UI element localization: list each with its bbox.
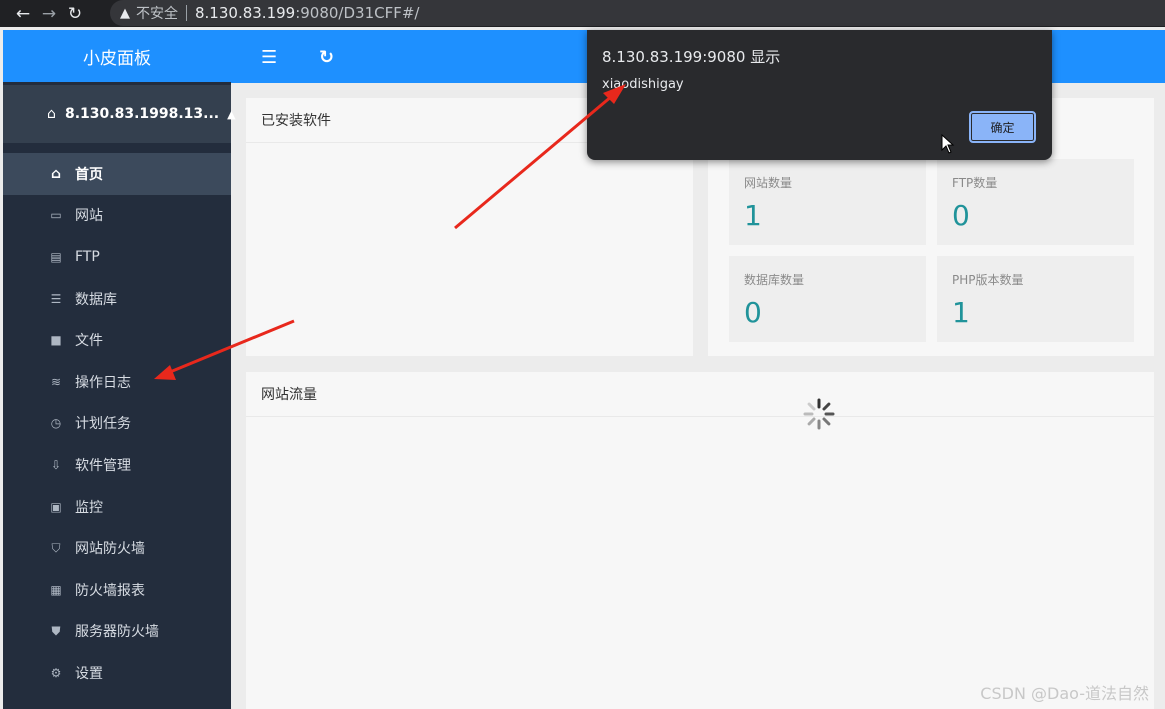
back-icon[interactable]: ←: [10, 0, 36, 27]
card-title: 网站流量: [246, 372, 1154, 417]
sidebar-item-waf[interactable]: ⛉ 网站防火墙: [3, 527, 231, 569]
watermark: CSDN @Dao-道法自然: [980, 684, 1149, 703]
sidebar-item-server-firewall[interactable]: ⛊ 服务器防火墙: [3, 611, 231, 653]
sidebar-item-software[interactable]: ⇩ 软件管理: [3, 444, 231, 486]
brand-title[interactable]: 小皮面板: [3, 30, 231, 82]
sidebar-item-label: 防火墙报表: [75, 582, 145, 599]
server-selector[interactable]: ⌂ 8.130.83.1998.13... ▲: [3, 85, 236, 143]
server-name: 8.130.83.1998.13...: [65, 106, 220, 122]
caret-up-icon: ▲: [227, 107, 236, 121]
browser-toolbar: ← → ↻ ▲ 不安全 8.130.83.199:9080/D31CFF#/: [0, 0, 1165, 27]
sidebar-item-label: 计划任务: [75, 416, 131, 433]
stat-label: 数据库数量: [744, 273, 805, 287]
stat-value: 1: [744, 199, 762, 232]
sidebar-item-home[interactable]: ⌂ 首页: [3, 153, 231, 195]
address-divider: [186, 5, 187, 21]
warning-icon[interactable]: ▲: [120, 6, 130, 21]
sidebar-item-ftp[interactable]: ▤ FTP: [3, 236, 231, 278]
website-traffic-card: 网站流量: [246, 372, 1154, 709]
reload-icon[interactable]: ↻: [62, 0, 88, 27]
home-outline-icon: ⌂: [47, 106, 56, 122]
stat-php-versions: PHP版本数量 1: [937, 256, 1134, 342]
sidebar-item-label: 服务器防火墙: [75, 624, 159, 641]
sidebar-item-database[interactable]: ☰ 数据库: [3, 278, 231, 320]
sidebar-item-label: 软件管理: [75, 457, 131, 474]
sidebar-item-websites[interactable]: ▭ 网站: [3, 195, 231, 237]
sidebar-item-label: 操作日志: [75, 374, 131, 391]
insecure-label: 不安全: [136, 6, 178, 22]
shield-check-icon: ⛊: [51, 623, 61, 638]
sidebar: 小皮面板 ⌂ 8.130.83.1998.13... ▲ ⌂ 首页 ▭ 网站 ▤…: [3, 30, 236, 709]
stat-databases: 数据库数量 0: [729, 256, 926, 342]
report-icon: ▦: [50, 582, 62, 597]
stat-value: 0: [744, 296, 762, 329]
stat-value: 0: [952, 199, 970, 232]
stat-label: PHP版本数量: [952, 273, 1024, 287]
sidebar-item-files[interactable]: ■ 文件: [3, 319, 231, 361]
sidebar-item-label: 监控: [75, 499, 103, 516]
stat-websites: 网站数量 1: [729, 159, 926, 245]
shield-icon: ⛉: [51, 540, 61, 555]
clock-icon: ◷: [50, 416, 62, 431]
sidebar-item-cron[interactable]: ◷ 计划任务: [3, 403, 231, 445]
sidebar-menu: ⌂ 首页 ▭ 网站 ▤ FTP ☰ 数据库 ■ 文件 ≋ 操作日志 ◷ 计划任务…: [3, 153, 231, 694]
chart-monitor-icon: ▣: [50, 499, 62, 514]
sidebar-item-monitor[interactable]: ▣ 监控: [3, 486, 231, 528]
layers-icon: ≋: [50, 374, 62, 389]
alert-dialog: 8.130.83.199:9080 显示 xiaodishigay 确定: [587, 30, 1052, 160]
home-icon: ⌂: [50, 165, 62, 182]
sidebar-item-logs[interactable]: ≋ 操作日志: [3, 361, 231, 403]
sidebar-item-firewall-report[interactable]: ▦ 防火墙报表: [3, 569, 231, 611]
stat-ftp: FTP数量 0: [937, 159, 1134, 245]
download-icon: ⇩: [50, 457, 62, 472]
sidebar-item-label: 数据库: [75, 291, 117, 308]
dialog-message: xiaodishigay: [602, 77, 684, 92]
monitor-icon: ▭: [50, 208, 62, 223]
folder-icon: ■: [50, 333, 62, 348]
dialog-ok-button[interactable]: 确定: [969, 111, 1036, 143]
sidebar-item-label: 网站: [75, 208, 103, 225]
url-path: :9080/D31CFF#/: [295, 4, 420, 22]
gear-icon: ⚙: [50, 665, 62, 680]
menu-collapse-icon[interactable]: ☰: [261, 47, 277, 68]
stat-label: FTP数量: [952, 176, 998, 190]
sidebar-item-label: 网站防火墙: [75, 541, 145, 558]
refresh-icon[interactable]: ↻: [319, 47, 334, 68]
loading-spinner-icon: [803, 398, 835, 430]
sidebar-item-settings[interactable]: ⚙ 设置: [3, 652, 231, 694]
url-host: 8.130.83.199: [195, 4, 296, 22]
stat-value: 1: [952, 296, 970, 329]
dialog-title: 8.130.83.199:9080 显示: [602, 48, 781, 66]
forward-icon[interactable]: →: [36, 0, 62, 27]
sidebar-item-label: 文件: [75, 333, 103, 350]
sidebar-item-label: 首页: [75, 166, 103, 183]
ftp-icon: ▤: [50, 249, 62, 264]
database-icon: ☰: [50, 291, 62, 306]
stat-label: 网站数量: [744, 176, 793, 190]
sidebar-item-label: FTP: [75, 248, 100, 265]
address-bar[interactable]: ▲ 不安全 8.130.83.199:9080/D31CFF#/: [110, 0, 1165, 26]
mouse-cursor-icon: [941, 134, 955, 154]
sidebar-item-label: 设置: [75, 665, 103, 682]
